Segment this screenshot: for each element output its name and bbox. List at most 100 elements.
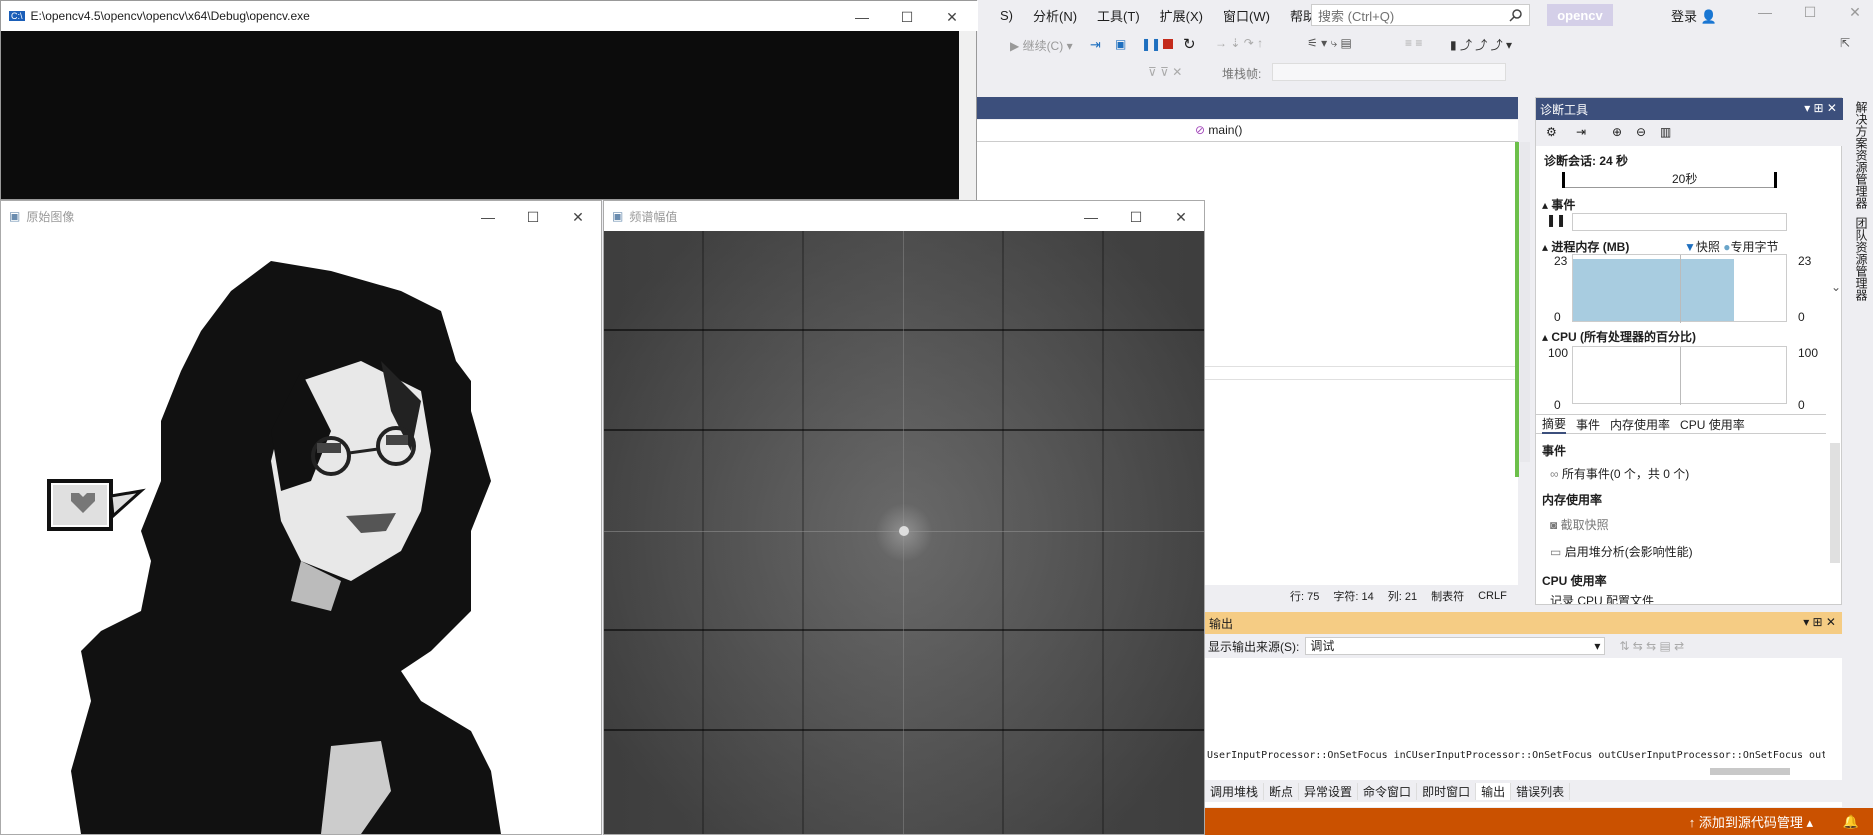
original-image-window: ▣ 原始图像 — ☐ ✕ <box>0 200 602 835</box>
step-over-icon[interactable]: → ⇣ ↷ ↑ <box>1215 36 1263 50</box>
maximize-button[interactable]: ☐ <box>523 207 543 227</box>
bottom-tab[interactable]: 即时窗口 <box>1417 782 1477 800</box>
bookmark-icon[interactable]: ▮ ⤴ ⤴ ⤴ ▾ <box>1450 36 1512 53</box>
minimize-button[interactable]: — <box>1755 4 1775 24</box>
bottom-tab[interactable]: 调用堆栈 <box>1205 782 1265 800</box>
zoom-out-icon[interactable]: ⊖ <box>1636 125 1646 139</box>
minimize-button[interactable]: — <box>478 207 498 227</box>
menu-item[interactable]: 扩展(X) <box>1160 6 1203 25</box>
memory-min-right: 0 <box>1798 310 1805 324</box>
console-scrollbar[interactable] <box>959 31 976 201</box>
vs-status-bar: ↑ 添加到源代码管理 ▴ 🔔 <box>1205 808 1873 835</box>
output-source-select[interactable]: 调试 ▾ <box>1305 637 1606 655</box>
stack-frame-bar: ⊽ ⊽ ✕ 堆栈帧: <box>970 60 1830 86</box>
pause-icon[interactable]: ❚❚ <box>1141 37 1161 51</box>
cpu-min-left: 0 <box>1554 398 1561 412</box>
source-control-button[interactable]: ↑ 添加到源代码管理 ▴ <box>1689 812 1813 831</box>
menu-item[interactable]: 分析(N) <box>1033 6 1077 25</box>
solution-explorer-tab[interactable]: 解决方案资源管理器 <box>1853 101 1870 209</box>
restart-icon[interactable]: ↻ <box>1183 35 1196 53</box>
diagnostic-scrollbar[interactable] <box>1830 443 1840 563</box>
menu-item[interactable]: S) <box>1000 8 1013 23</box>
bottom-tool-tabs: 调用堆栈 断点 异常设置 命令窗口 即时窗口 输出 错误列表 <box>1205 780 1842 802</box>
events-section-header[interactable]: ▴ 事件 <box>1542 196 1575 213</box>
search-icon[interactable] <box>1509 8 1523 22</box>
events-subheader: 事件 <box>1542 444 1567 458</box>
continue-button[interactable]: ▶ 继续(C) ▾ <box>1010 37 1073 54</box>
all-events-link[interactable]: ∞ 所有事件(0 个，共 0 个) <box>1550 465 1689 482</box>
comment-icon[interactable]: ≡ ≡ <box>1405 36 1422 50</box>
take-snapshot-button[interactable]: ◙ 截取快照 <box>1550 516 1609 533</box>
maximize-button[interactable]: ☐ <box>1800 4 1820 24</box>
bottom-tab[interactable]: 异常设置 <box>1299 782 1359 800</box>
memory-section-header[interactable]: ▴ 进程内存 (MB) <box>1542 238 1629 255</box>
camera-icon[interactable]: ▣ <box>1115 37 1126 51</box>
memory-legend: ▼快照 ●专用字节 <box>1684 238 1779 255</box>
output-panel-controls[interactable]: ▾ ⊞ ✕ <box>1803 615 1836 629</box>
gear-icon[interactable]: ⚙ <box>1546 125 1557 139</box>
chart-icon[interactable]: ▥ <box>1660 125 1671 139</box>
breakpoint-tools-icon[interactable]: ⚟ ▾ ⤷ ▤ <box>1307 36 1352 51</box>
step-icon[interactable]: ⇥ <box>1090 37 1101 53</box>
editor-scrollbar[interactable] <box>1520 142 1530 462</box>
pixel-art-girl-image <box>47 261 501 834</box>
maximize-button[interactable]: ☐ <box>897 7 917 27</box>
live-share-icon[interactable]: ⇱ <box>1840 36 1850 50</box>
close-button[interactable]: ✕ <box>1171 207 1191 227</box>
minimize-button[interactable]: — <box>852 7 872 27</box>
filter-icon[interactable]: ⊽ ⊽ ✕ <box>1148 65 1182 79</box>
maximize-button[interactable]: ☐ <box>1126 207 1146 227</box>
output-title-bar: 输出 ▾ ⊞ ✕ <box>1205 612 1842 634</box>
function-name: main() <box>1208 123 1243 137</box>
output-horizontal-scrollbar[interactable] <box>1710 768 1790 775</box>
cpu-max-left: 100 <box>1548 346 1569 360</box>
memory-graph[interactable] <box>1572 254 1787 323</box>
close-button[interactable]: ✕ <box>1845 4 1865 24</box>
heap-analysis-link[interactable]: ▭ 启用堆分析(会影响性能) <box>1550 543 1693 560</box>
bottom-tab[interactable]: 输出 <box>1476 782 1512 800</box>
minimize-button[interactable]: — <box>1081 207 1101 227</box>
login-link[interactable]: 登录 👤 <box>1671 6 1717 25</box>
menu-item[interactable]: 工具(T) <box>1097 6 1140 25</box>
output-source-label: 显示输出来源(S): <box>1208 639 1300 654</box>
diagnostic-tab[interactable]: 事件 <box>1576 416 1600 433</box>
panel-controls[interactable]: ▾ ⊞ ✕ <box>1804 101 1837 115</box>
spectrum-image-canvas <box>604 231 1204 834</box>
line-ending: CRLF <box>1478 590 1507 602</box>
cpu-label: CPU (所有处理器的百分比) <box>1551 330 1697 344</box>
timeline-start-handle[interactable] <box>1562 172 1565 188</box>
diagnostic-tab[interactable]: 内存使用率 <box>1610 416 1670 433</box>
close-button[interactable]: ✕ <box>942 7 962 27</box>
heap-icon: ▭ <box>1550 545 1562 559</box>
zoom-in-icon[interactable]: ⊕ <box>1612 125 1622 139</box>
bottom-tab[interactable]: 命令窗口 <box>1358 782 1418 800</box>
close-button[interactable]: ✕ <box>568 207 588 227</box>
diagnostic-tabs: 摘要 事件 内存使用率 CPU 使用率 <box>1536 414 1826 434</box>
window-app-icon: ▣ <box>612 209 624 223</box>
timeline-ruler[interactable]: 20秒 <box>1562 170 1777 188</box>
bottom-tab[interactable]: 错误列表 <box>1511 782 1571 800</box>
team-explorer-tab[interactable]: 团队资源管理器 <box>1853 217 1870 301</box>
menu-item[interactable]: 窗口(W) <box>1223 6 1270 25</box>
stack-frame-select[interactable] <box>1272 63 1506 81</box>
output-tools-icon[interactable]: ⇅ ⇆ ⇆ ▤ ⇄ <box>1619 639 1684 653</box>
original-title-bar: ▣ 原始图像 — ☐ ✕ <box>1 201 601 231</box>
diagnostic-tab[interactable]: 摘要 <box>1542 415 1567 434</box>
diagnostic-tab[interactable]: CPU 使用率 <box>1680 416 1745 433</box>
cpu-section-header[interactable]: ▴ CPU (所有处理器的百分比) <box>1542 328 1696 345</box>
cpu-graph[interactable] <box>1572 346 1787 405</box>
search-input[interactable]: 搜索 (Ctrl+Q) <box>1311 4 1530 26</box>
stop-icon[interactable] <box>1163 39 1173 49</box>
timeline-end-handle[interactable] <box>1774 172 1777 188</box>
pause-events-icon[interactable]: ❚❚ <box>1546 213 1566 227</box>
private-bytes-legend-icon: ● <box>1723 240 1731 254</box>
output-toolbar: 显示输出来源(S): 调试 ▾ ⇅ ⇆ ⇆ ▤ ⇄ <box>1205 634 1842 658</box>
function-dropdown[interactable]: ⊘ main() <box>1195 123 1515 139</box>
record-cpu-link[interactable]: 记录 CPU 配置文件 <box>1550 592 1654 604</box>
bottom-tab[interactable]: 断点 <box>1264 782 1300 800</box>
notification-bell-icon[interactable]: 🔔 <box>1843 814 1859 830</box>
function-icon: ⊘ <box>1195 123 1206 137</box>
events-label: 事件 <box>1551 198 1576 212</box>
export-icon[interactable]: ⇥ <box>1576 125 1586 139</box>
scroll-down-icon[interactable]: ⌄ <box>1831 280 1841 294</box>
